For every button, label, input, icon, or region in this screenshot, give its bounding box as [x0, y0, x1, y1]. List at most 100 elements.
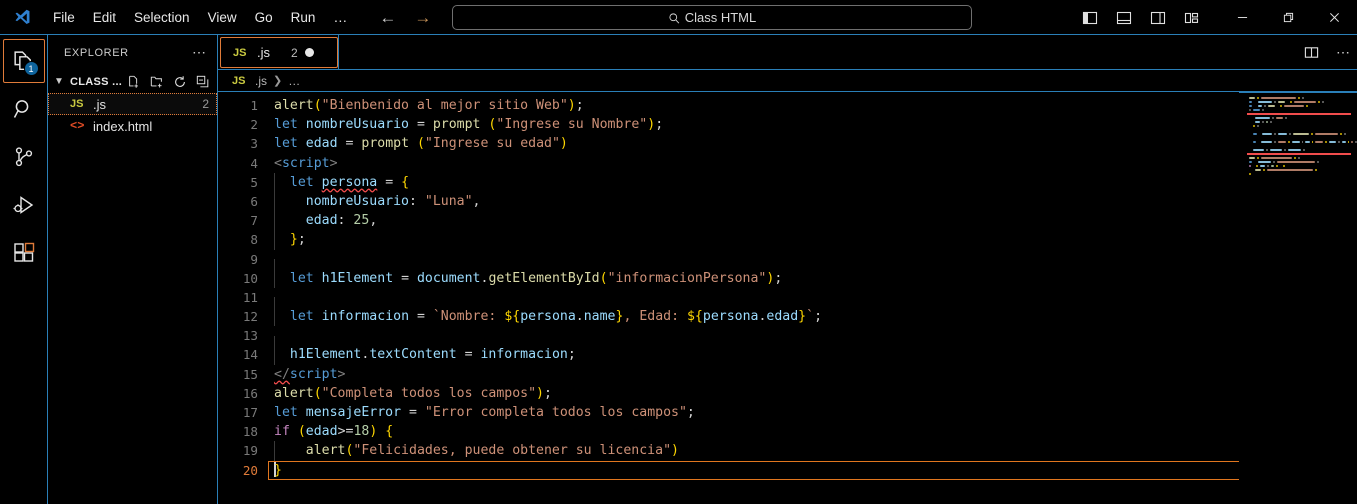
file-row-index-html[interactable]: <> index.html: [48, 115, 217, 137]
breadcrumb-file[interactable]: .js: [255, 74, 267, 88]
code-line[interactable]: 1 alert("Bienbenido al mejor sitio Web");: [218, 96, 1357, 115]
minimap-token: [1337, 140, 1340, 143]
breadcrumb-symbol[interactable]: …: [288, 74, 300, 88]
tab-js[interactable]: JS .js 2: [220, 37, 338, 68]
code-line[interactable]: 7 edad: 25,: [218, 211, 1357, 231]
code-line[interactable]: 6 nombreUsuario: "Luna",: [218, 191, 1357, 212]
code-token: =: [409, 117, 433, 133]
code-token: =: [401, 405, 425, 420]
minimize-button[interactable]: [1219, 0, 1265, 35]
arrow-left-icon[interactable]: ←: [379, 9, 396, 26]
code-line[interactable]: 10 let h1Element = document.getElementBy…: [218, 268, 1357, 288]
code-line[interactable]: 12 let informacion = `Nombre: ${persona.…: [218, 307, 1357, 327]
close-button[interactable]: [1311, 0, 1357, 35]
minimap-token: [1274, 100, 1277, 103]
layout-panel-icon[interactable]: [1111, 5, 1137, 31]
minimap-error-marker: [1247, 112, 1351, 115]
code-line[interactable]: 3 let edad = prompt ("Ingrese su edad"): [218, 134, 1357, 153]
breadcrumb: JS .js ❯ …: [218, 70, 1357, 92]
ellipsis-icon[interactable]: ⋯: [192, 44, 207, 61]
minimap-line: [1239, 120, 1357, 123]
menu-item-go[interactable]: Go: [246, 7, 282, 28]
split-editor-icon[interactable]: [1298, 40, 1324, 66]
file-name: .js: [93, 96, 106, 112]
folder-header-class[interactable]: ▼ CLASS ...: [48, 70, 217, 93]
code-token: ;: [567, 347, 576, 363]
activity-bar-item-source-control[interactable]: [0, 133, 48, 181]
menu-item-more[interactable]: …: [324, 9, 357, 25]
menu-item-file[interactable]: File: [44, 7, 84, 28]
line-number: 2: [250, 117, 258, 133]
command-center-text: Class HTML: [684, 10, 757, 25]
code-line[interactable]: 20}: [218, 460, 1357, 480]
minimap-line: [1239, 148, 1357, 151]
unsaved-indicator-icon[interactable]: [304, 48, 314, 57]
code-line[interactable]: 5 let persona = {: [218, 172, 1357, 192]
menu-item-view[interactable]: View: [199, 7, 246, 28]
code-line[interactable]: 9: [218, 250, 1357, 279]
minimap-token: [1257, 104, 1263, 107]
code-line[interactable]: 2 let nombreUsuario = prompt ("Ingrese su…: [218, 115, 1357, 134]
code-line[interactable]: 17 let mensajeError = "Error completa tod…: [218, 403, 1357, 422]
line-number: 12: [242, 309, 258, 325]
code-token: nombreUsuario: [305, 193, 409, 209]
new-file-icon[interactable]: [126, 74, 142, 90]
activity-bar-item-explorer[interactable]: 1: [0, 37, 48, 85]
code-line[interactable]: 13: [218, 326, 1357, 356]
activity-bar-item-extensions[interactable]: [0, 229, 48, 277]
source-control-icon: [15, 147, 32, 167]
minimap-line: [1239, 108, 1357, 111]
line-number: 15: [242, 366, 258, 382]
code-token: ): [559, 136, 568, 152]
line-text: }: [274, 461, 282, 480]
code-line[interactable]: 14 h1Element.textContent = informacion;: [218, 345, 1357, 365]
activity-bar-item-run-and-debug[interactable]: [0, 181, 48, 229]
code-token: {: [401, 174, 410, 190]
code-line[interactable]: 16 alert("Completa todos los campos");: [218, 384, 1357, 403]
code-line[interactable]: 4 <script>: [218, 154, 1357, 173]
layout-sidebar-right-icon[interactable]: [1145, 5, 1171, 31]
refresh-icon[interactable]: [172, 74, 188, 90]
code-token: persona: [520, 309, 576, 325]
code-token: (: [313, 385, 322, 401]
code-line[interactable]: 15 </script>: [218, 365, 1357, 384]
code-line[interactable]: 18 if (edad>=18) {: [218, 422, 1357, 441]
minimap[interactable]: [1239, 92, 1357, 504]
minimap-token: [1255, 120, 1260, 123]
indent-guide: [274, 172, 275, 192]
minimap-token: [1257, 124, 1260, 127]
restore-button[interactable]: [1265, 0, 1311, 35]
menu-item-selection[interactable]: Selection: [125, 7, 199, 28]
new-folder-icon[interactable]: [149, 74, 165, 90]
code-editor[interactable]: 1 alert("Bienbenido al mejor sitio Web");…: [218, 92, 1357, 504]
code-line[interactable]: 8 };: [218, 230, 1357, 250]
layout-sidebar-left-icon[interactable]: [1077, 5, 1103, 31]
code-token: getElementById: [488, 270, 600, 286]
code-token: persona: [321, 174, 378, 190]
layout-customize-icon[interactable]: [1179, 5, 1205, 31]
code-lines[interactable]: 1 alert("Bienbenido al mejor sitio Web");…: [218, 92, 1357, 480]
code-token: "Error completa todos los campos": [424, 405, 687, 420]
ellipsis-icon[interactable]: ⋯: [1336, 44, 1351, 61]
minimap-token: [1278, 140, 1287, 143]
code-token: ): [567, 98, 576, 113]
menu-item-edit[interactable]: Edit: [84, 7, 125, 28]
menu-item-run[interactable]: Run: [282, 7, 325, 28]
activity-bar: 1: [0, 35, 48, 504]
minimap-line: [1239, 144, 1357, 147]
line-number: 1: [250, 98, 258, 113]
arrow-right-icon[interactable]: →: [414, 9, 431, 26]
minimap-token: [1292, 140, 1300, 143]
code-token: >: [329, 155, 338, 171]
minimap-line: [1239, 112, 1357, 115]
collapse-all-icon[interactable]: [195, 74, 211, 90]
command-center-search[interactable]: Class HTML: [452, 5, 972, 30]
line-number: 6: [250, 193, 258, 209]
code-line[interactable]: 11: [218, 288, 1357, 317]
minimap-line: [1239, 116, 1357, 119]
code-token: alert: [274, 385, 314, 401]
code-line[interactable]: 19 alert("Felicidades, puede obtener su …: [218, 441, 1357, 461]
minimap-token: [1261, 120, 1264, 123]
activity-bar-item-search[interactable]: [0, 85, 48, 133]
file-row-js[interactable]: JS .js 2: [48, 93, 217, 115]
